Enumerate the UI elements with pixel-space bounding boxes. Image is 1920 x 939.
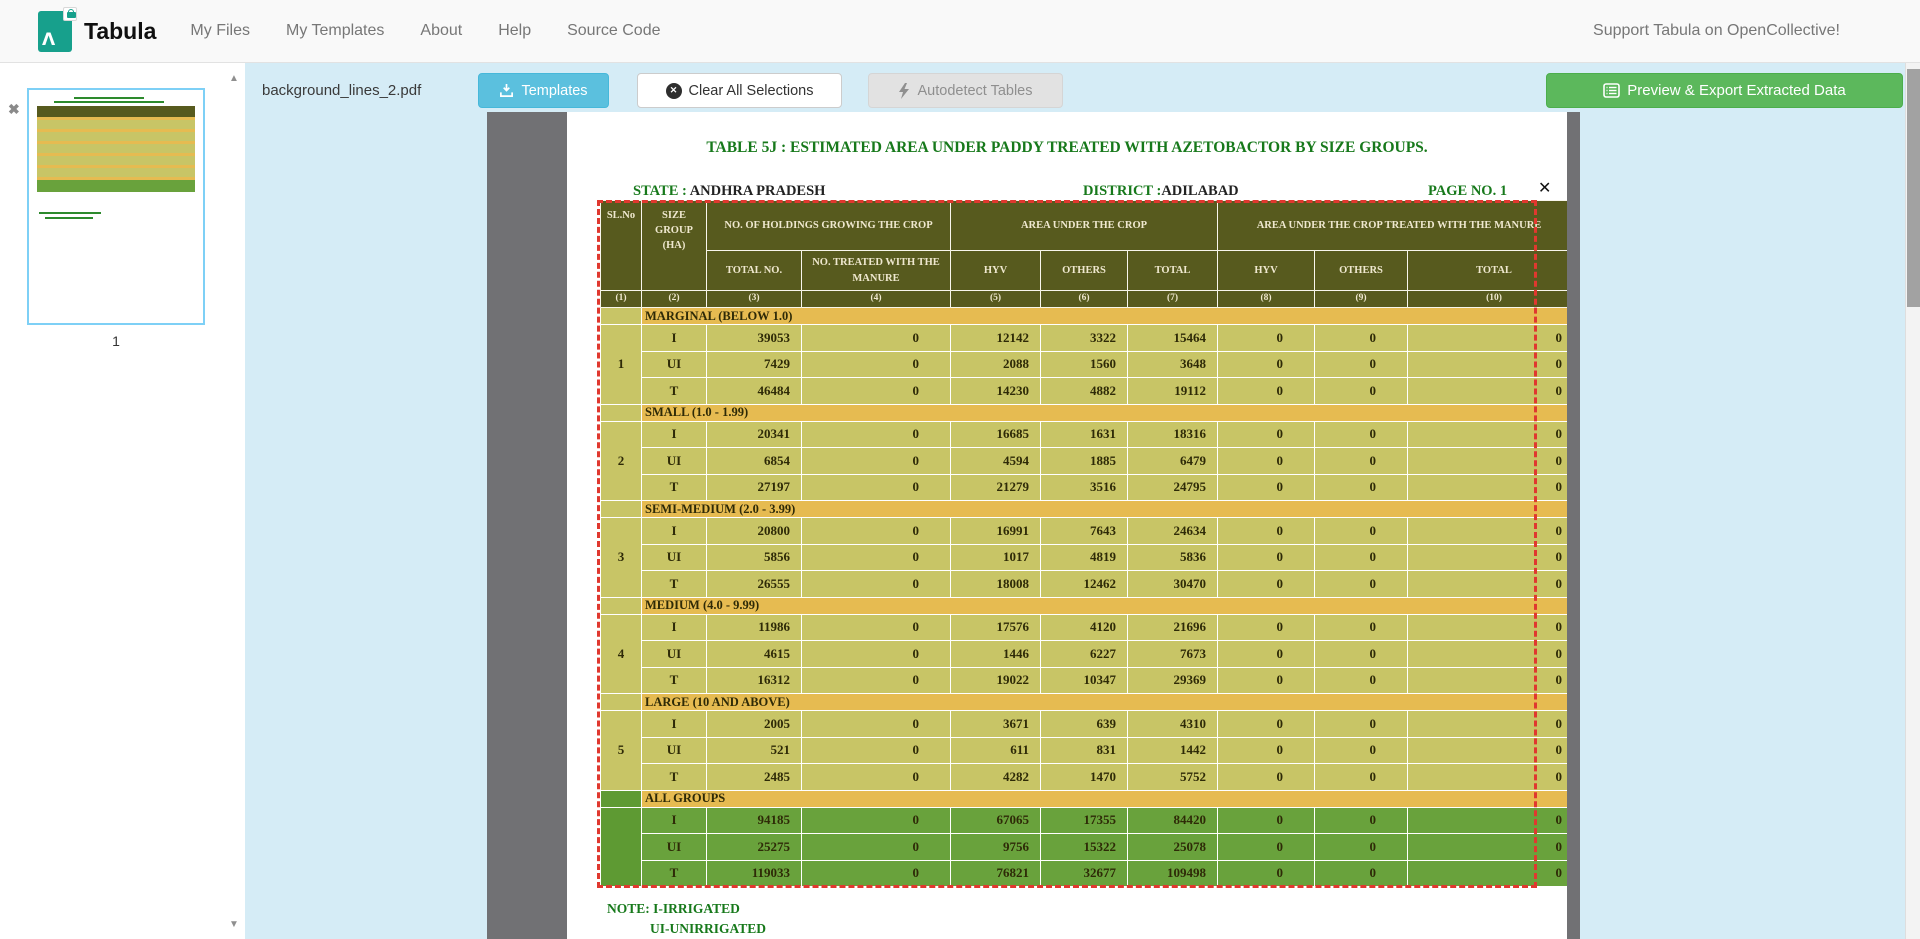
save-icon xyxy=(499,83,514,98)
main-scrollbar[interactable] xyxy=(1905,63,1920,939)
templates-button[interactable]: Templates xyxy=(478,73,609,108)
pageno-label: PAGE NO. xyxy=(1428,183,1500,199)
support-link[interactable]: Support Tabula on OpenCollective! xyxy=(1593,22,1840,40)
templates-label: Templates xyxy=(521,83,587,99)
district-value: ADILABAD xyxy=(1161,183,1238,199)
brand-title[interactable]: Tabula xyxy=(84,18,156,45)
page-thumbnail[interactable] xyxy=(27,88,205,325)
state-value: ANDHRA PRADESH xyxy=(690,183,826,199)
autodetect-label: Autodetect Tables xyxy=(917,83,1032,99)
export-label: Preview & Export Extracted Data xyxy=(1627,82,1845,99)
scrollbar-thumb[interactable] xyxy=(1907,69,1920,307)
pdf-district-line: DISTRICT :ADILABAD xyxy=(1083,183,1239,200)
clear-all-selections-button[interactable]: ✕ Clear All Selections xyxy=(637,73,842,108)
thumb-subtitle-line xyxy=(54,101,164,103)
remove-page-icon[interactable]: ✖ xyxy=(8,101,20,118)
pdf-state-line: STATE : ANDHRA PRADESH xyxy=(633,183,825,200)
thumb-note-line xyxy=(45,217,93,219)
pdf-pageno-line: PAGE NO. 1 xyxy=(1428,183,1507,200)
lock-icon xyxy=(63,7,77,21)
clear-label: Clear All Selections xyxy=(689,83,814,99)
pageno-value: 1 xyxy=(1500,183,1507,199)
thumb-note-line xyxy=(39,212,101,214)
nav-item-source-code[interactable]: Source Code xyxy=(567,22,660,40)
top-navbar: Λ Tabula My Files My Templates About Help So… xyxy=(0,0,1920,63)
pdf-note-line1: NOTE: I-IRRIGATED xyxy=(607,901,740,917)
district-label: DISTRICT : xyxy=(1083,183,1161,199)
nav-item-my-files[interactable]: My Files xyxy=(190,22,250,40)
page-scan-edge xyxy=(487,112,567,939)
page-scan-edge xyxy=(1567,112,1580,939)
thumbnail-page-number: 1 xyxy=(0,333,232,349)
preview-export-button[interactable]: Preview & Export Extracted Data xyxy=(1546,73,1903,108)
sidebar-scroll-down-icon[interactable]: ▼ xyxy=(229,919,239,930)
pdf-table-title: TABLE 5J : ESTIMATED AREA UNDER PADDY TR… xyxy=(567,139,1567,157)
remove-circle-icon: ✕ xyxy=(666,83,682,99)
nav-menu: My Files My Templates About Help Source Code xyxy=(190,22,660,40)
pdf-note-line2: UI-UNIRRIGATED xyxy=(650,921,766,937)
thumb-title-line xyxy=(74,97,144,99)
nav-item-help[interactable]: Help xyxy=(498,22,531,40)
autodetect-tables-button[interactable]: Autodetect Tables xyxy=(868,73,1063,108)
delete-selection-icon[interactable]: ✕ xyxy=(1538,178,1551,197)
page-thumbnails-sidebar: ✖ 1 ▲ ▼ xyxy=(0,63,245,939)
pdf-glyph: Λ xyxy=(42,30,55,50)
tabula-logo-icon[interactable]: Λ xyxy=(38,11,72,52)
list-alt-icon xyxy=(1603,83,1620,98)
pdf-page[interactable]: TABLE 5J : ESTIMATED AREA UNDER PADDY TR… xyxy=(487,112,1580,939)
nav-item-about[interactable]: About xyxy=(420,22,462,40)
sidebar-scroll-up-icon[interactable]: ▲ xyxy=(229,73,239,84)
lightning-icon xyxy=(898,83,910,99)
thumb-table xyxy=(37,106,195,192)
nav-item-my-templates[interactable]: My Templates xyxy=(286,22,384,40)
selection-box[interactable] xyxy=(597,200,1537,888)
state-label: STATE : xyxy=(633,183,690,199)
open-filename: background_lines_2.pdf xyxy=(262,82,421,99)
